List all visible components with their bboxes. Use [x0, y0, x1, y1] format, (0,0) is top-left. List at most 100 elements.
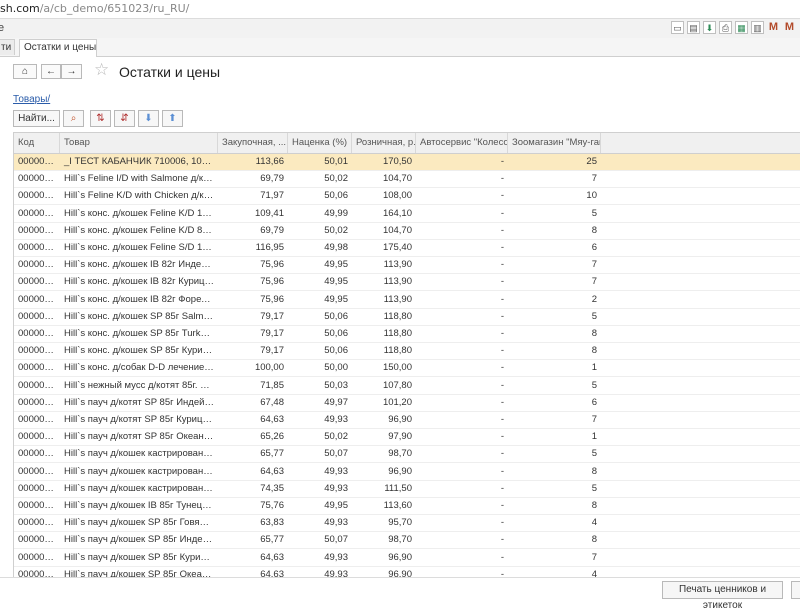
print-labels-button[interactable]: Печать ценников и этикеток: [662, 581, 783, 611]
cell-zoo: 5: [591, 482, 597, 494]
back-button[interactable]: ←: [41, 64, 61, 79]
save-icon[interactable]: ▭: [671, 21, 684, 34]
cell-markup: 50,01: [324, 156, 348, 167]
cell-auto: -: [500, 431, 504, 443]
cell-code: 000000...: [18, 190, 58, 202]
table-row[interactable]: 000000... Hill`s нежный мусс д/котят 85г.…: [14, 378, 800, 395]
table-row[interactable]: 000000... Hill`s пауч д/котят SP 85г Океа…: [14, 429, 800, 447]
cell-auto: -: [500, 310, 504, 322]
spreadsheet-icon[interactable]: ▦: [735, 21, 748, 34]
m-plus-icon[interactable]: M: [783, 21, 796, 34]
table-row[interactable]: 000000... Hill`s конс. д/кошек SP 85г Кур…: [14, 343, 800, 361]
more-actions-button[interactable]: [791, 581, 800, 599]
cell-markup: 49,93: [324, 465, 348, 477]
table-row[interactable]: 000000... _I ТЕСТ КАБАНЧИК 710006, 100мм …: [14, 154, 800, 171]
move-down-button[interactable]: ⬇: [138, 110, 159, 127]
cell-zoo: 5: [591, 448, 597, 460]
table-row[interactable]: 000000... Hill`s пауч д/кошек SP 85г Говя…: [14, 515, 800, 533]
download-icon[interactable]: ⬇: [703, 21, 716, 34]
cell-zoo: 4: [591, 517, 597, 529]
url-path: /a/cb_demo/651023/ru_RU/: [39, 2, 190, 15]
cell-retail: 113,60: [383, 500, 412, 511]
table-row[interactable]: 000000... Hill`s конс. д/кошек Feline K/D…: [14, 223, 800, 240]
table-row[interactable]: 000000... Hill`s Feline K/D with Chicken …: [14, 188, 800, 206]
table-row[interactable]: 000000... Hill`s конс. д/кошек Feline K/D…: [14, 206, 800, 223]
tab-previous[interactable]: ти и цены: [0, 39, 15, 55]
cell-retail: 113,90: [383, 259, 412, 271]
cell-name: Hill`s пауч д/кошек SP 85г Говядина, шт: [64, 517, 218, 529]
column-header-product[interactable]: Товар: [60, 133, 218, 153]
forward-button[interactable]: →: [61, 64, 82, 79]
cell-markup: 49,93: [324, 414, 348, 425]
cell-markup: 49,99: [324, 207, 348, 219]
stock-prices-table[interactable]: Код Товар Закупочная, ... Наценка (%) Ро…: [13, 132, 800, 578]
cell-auto: -: [500, 379, 504, 391]
cell-name: Hill`s пауч д/кошек кастрированых S...: [64, 482, 218, 494]
cell-code: 000000...: [18, 362, 58, 374]
cell-retail: 113,90: [383, 276, 412, 288]
table-row[interactable]: 000000... Hill`s конс. д/кошек SP 85г Sal…: [14, 309, 800, 326]
cell-name: Hill`s пауч д/кошек кастрированых S...: [64, 448, 218, 460]
cell-buy: 79,17: [260, 310, 284, 322]
table-row[interactable]: 000000... Hill`s пауч д/кошек SP 85г Инде…: [14, 532, 800, 550]
cell-auto: -: [500, 156, 504, 167]
cell-name: Hill`s Feline I/D with Salmone д/кошек .…: [64, 173, 218, 185]
table-row[interactable]: 000000... Hill`s конс. д/собак D-D лечени…: [14, 360, 800, 378]
column-header-markup[interactable]: Наценка (%): [288, 133, 352, 153]
cell-buy: 69,79: [260, 173, 284, 185]
find-button-label: Найти...: [18, 113, 55, 124]
cell-markup: 50,06: [324, 310, 348, 322]
sort-desc-button[interactable]: ⇵: [114, 110, 135, 127]
home-button[interactable]: ⌂: [13, 64, 37, 79]
sort-asc-button[interactable]: ⇅: [90, 110, 111, 127]
tab-stock-prices[interactable]: Остатки и цены✕: [19, 39, 97, 57]
favorite-star-icon[interactable]: ☆: [94, 60, 109, 80]
table-row[interactable]: 000000... Hill`s пауч д/кошек кастрирован…: [14, 446, 800, 464]
m-icon[interactable]: M: [767, 21, 780, 34]
cell-auto: -: [500, 293, 504, 305]
cell-retail: 96,90: [388, 414, 412, 425]
address-bar[interactable]: sh.com/a/cb_demo/651023/ru_RU/: [0, 0, 800, 19]
table-row[interactable]: 000000... Hill`s Feline I/D with Salmone …: [14, 171, 800, 189]
table-row[interactable]: 000000... Hill`s пауч д/котят SP 85г Инде…: [14, 395, 800, 412]
cell-auto: -: [500, 328, 504, 339]
cell-name: Hill`s конс. д/кошек IB 82г Индейка, шт: [64, 259, 218, 271]
table-row[interactable]: 000000... Hill`s конс. д/кошек Feline S/D…: [14, 240, 800, 257]
breadcrumb[interactable]: Товары/: [13, 94, 50, 105]
move-up-button[interactable]: ⬆: [162, 110, 183, 127]
table-row[interactable]: 000000... Hill`s пауч д/кошек кастрирован…: [14, 481, 800, 498]
cell-buy: 71,97: [260, 190, 284, 202]
table-row[interactable]: 000000... Hill`s пауч д/кошек SP 85г Кури…: [14, 550, 800, 567]
cell-zoo: 10: [586, 190, 597, 202]
cell-retail: 96,90: [388, 465, 412, 477]
table-row[interactable]: 000000... Hill`s конс. д/кошек IB 82г Фор…: [14, 292, 800, 309]
cell-code: 000000...: [18, 310, 58, 322]
table-row[interactable]: 000000... Hill`s пауч д/кошек кастрирован…: [14, 464, 800, 481]
table-row[interactable]: 000000... Hill`s конс. д/кошек IB 82г Инд…: [14, 257, 800, 275]
app-top-left-text: е: [0, 22, 5, 34]
bottom-bar: Печать ценников и этикеток: [0, 577, 800, 611]
table-row[interactable]: 000000... Hill`s пауч д/кошек IB 85г Туне…: [14, 498, 800, 515]
table-row[interactable]: 000000... Hill`s пауч д/котят SP 85г Кури…: [14, 412, 800, 429]
cell-retail: 98,70: [388, 534, 412, 546]
cell-zoo: 8: [591, 500, 597, 511]
table-row[interactable]: 000000... Hill`s конс. д/кошек SP 85г Tur…: [14, 326, 800, 343]
column-header-purchase-price[interactable]: Закупочная, ...: [218, 133, 288, 153]
cell-code: 000000...: [18, 345, 58, 357]
find-button[interactable]: Найти...: [13, 110, 60, 127]
cell-buy: 75,96: [260, 259, 284, 271]
column-header-retail-price[interactable]: Розничная, р...: [352, 133, 416, 153]
print-icon[interactable]: ▤: [687, 21, 700, 34]
column-header-autoservice[interactable]: Автосервис "Колесо": [416, 133, 508, 153]
cancel-search-button[interactable]: ⌕: [63, 110, 84, 127]
cell-code: 000000...: [18, 500, 58, 511]
cell-code: 000000...: [18, 379, 58, 391]
print-labels-label: Печать ценников и этикеток: [678, 584, 767, 611]
table-row[interactable]: 000000... Hill`s конс. д/кошек IB 82г Кур…: [14, 274, 800, 292]
table-icon[interactable]: ▥: [751, 21, 764, 34]
column-header-code[interactable]: Код: [14, 133, 60, 153]
cell-auto: -: [500, 362, 504, 374]
column-header-petshop[interactable]: Зоомагазин "Мяу-гав": [508, 133, 601, 153]
app-top-bar: е ▭ ▤ ⬇ ⎙ ▦ ▥ M M: [0, 19, 800, 39]
printer-icon[interactable]: ⎙: [719, 21, 732, 34]
